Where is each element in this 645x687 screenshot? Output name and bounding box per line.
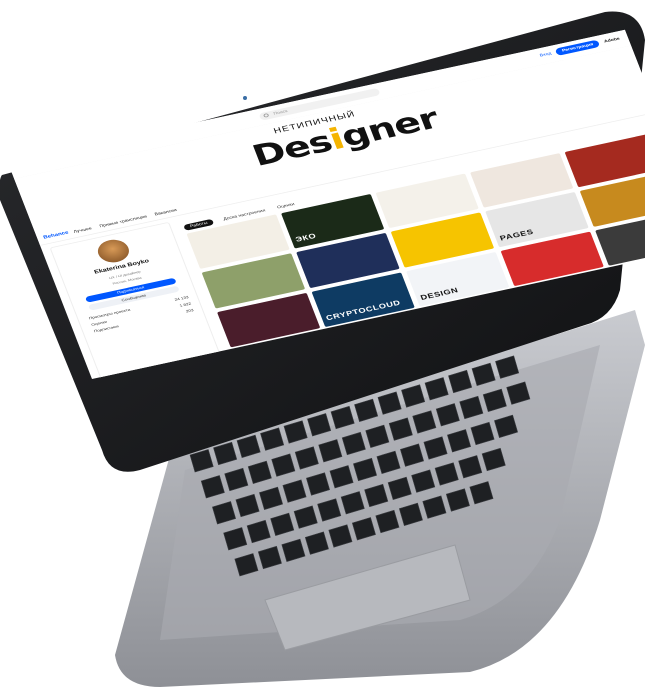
keyboard-key <box>257 545 282 570</box>
keyboard-key <box>459 395 484 420</box>
keyboard-key <box>398 502 423 526</box>
trackpad <box>264 544 471 651</box>
keyboard-key <box>304 531 329 555</box>
nav-item-jobs[interactable]: Вакансии <box>154 208 178 217</box>
keyboard-key <box>434 462 459 486</box>
keyboard-key <box>411 469 436 493</box>
keyboard-key <box>340 491 365 515</box>
keyboard-key <box>471 362 496 386</box>
keyboard-key <box>377 391 402 415</box>
keyboard-key <box>423 436 448 460</box>
keyboard-key <box>234 553 259 577</box>
keyboard-key <box>445 488 470 512</box>
keyboard-key <box>223 527 248 551</box>
keyboard-key <box>271 453 296 477</box>
keyboard-key <box>330 405 355 430</box>
keyboard-key <box>469 481 494 505</box>
keyboard-key <box>283 420 308 444</box>
keyboard-key <box>247 460 272 484</box>
keyboard-key <box>495 355 520 379</box>
keyboard-key <box>422 495 447 519</box>
keyboard-key <box>354 398 379 422</box>
keyboard-key <box>387 476 412 500</box>
keyboard-key <box>318 439 343 463</box>
keyboard-key <box>213 441 238 466</box>
stat-value: 1 822 <box>179 301 192 308</box>
keyboard-key <box>212 501 237 525</box>
keyboard-key <box>270 512 295 536</box>
keyboard-key <box>307 413 332 437</box>
keyboard-key <box>400 443 425 467</box>
keyboard-key <box>351 517 376 541</box>
nav-item-best[interactable]: Лучшее <box>73 226 93 234</box>
stat-value: 24 133 <box>174 295 190 302</box>
keyboard-key <box>328 524 353 548</box>
keyboard-key <box>375 509 400 534</box>
keyboard-key <box>481 447 506 472</box>
keyboard-key <box>353 457 378 482</box>
keyboard-key <box>448 369 473 394</box>
keyboard-key <box>494 414 519 438</box>
keyboard-key <box>293 505 318 529</box>
keyboard-key <box>424 377 449 401</box>
keyboard-key <box>236 434 261 458</box>
logo-part-1: Des <box>247 124 337 173</box>
adobe-link[interactable]: Adobe <box>603 36 620 44</box>
keyboard-key <box>306 472 331 496</box>
keyboard-key <box>470 421 495 446</box>
keyboard-key <box>506 381 531 405</box>
behance-logo[interactable]: Behance <box>43 230 70 240</box>
keyboard-key <box>200 475 225 499</box>
keyboard-key <box>412 410 437 434</box>
keyboard-key <box>388 417 413 441</box>
keyboard-key <box>294 446 319 470</box>
keyboard-key <box>246 519 271 544</box>
logo-part-2: gner <box>336 101 443 154</box>
keyboard-key <box>364 483 389 508</box>
keyboard-key <box>235 493 260 518</box>
stat-label: Оценки <box>90 319 108 327</box>
keyboard-key <box>259 486 284 510</box>
keyboard-key <box>224 467 249 492</box>
project-tile-title: DESIGN <box>419 286 460 302</box>
keyboard-key <box>341 431 366 456</box>
keyboard-key <box>317 498 342 522</box>
keyboard-key <box>458 455 483 479</box>
keyboard-key <box>189 449 214 473</box>
project-tile-title: ЭКО <box>294 232 318 244</box>
keyboard-key <box>282 479 307 503</box>
keyboard-key <box>365 424 390 448</box>
keyboard-key <box>482 388 507 412</box>
stat-value: 203 <box>185 308 195 314</box>
keyboard-key <box>376 450 401 474</box>
keyboard-key <box>260 427 285 451</box>
keyboard-key <box>435 403 460 427</box>
keyboard-key <box>281 538 306 562</box>
login-link[interactable]: Вход <box>539 51 552 58</box>
search-placeholder: Поиск <box>272 109 289 117</box>
keyboard-key <box>329 465 354 489</box>
project-tile-title: PAGES <box>498 227 535 242</box>
keyboard-key <box>447 429 472 453</box>
avatar[interactable] <box>94 237 133 266</box>
keyboard-key <box>401 384 426 408</box>
search-icon <box>262 113 270 118</box>
